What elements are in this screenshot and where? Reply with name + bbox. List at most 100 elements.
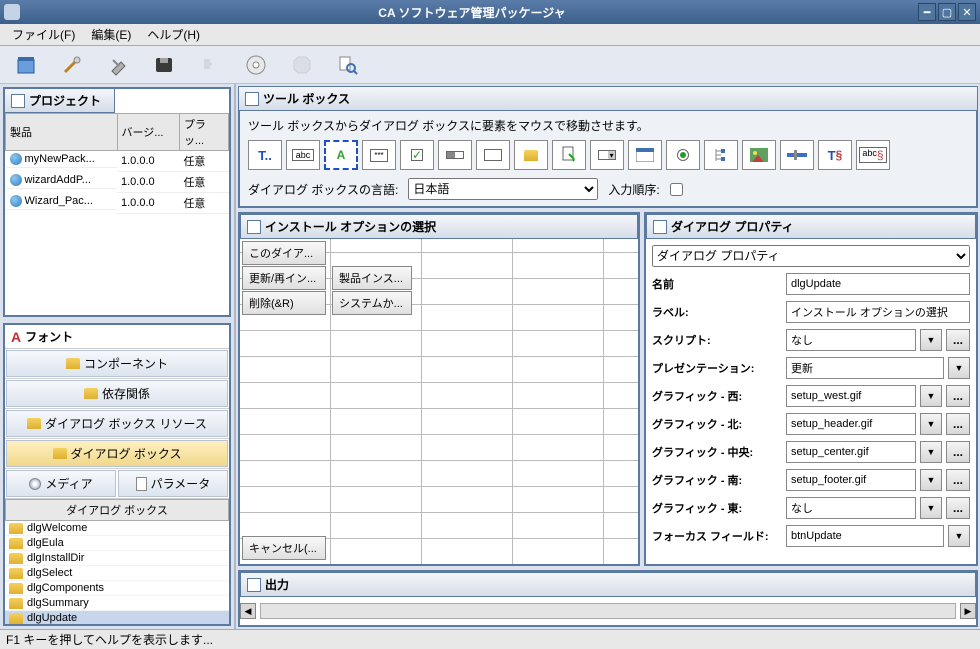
nav-dependencies[interactable]: 依存関係 — [6, 380, 228, 407]
dialog-design-grid[interactable]: このダイア... 更新/再イン... 製品インス... 削除(&R) システムか… — [240, 239, 638, 564]
scroll-left-button[interactable]: ◀ — [240, 603, 256, 619]
folder-icon — [9, 553, 23, 564]
prop-presentation-input[interactable] — [786, 357, 944, 379]
list-item[interactable]: dlgInstallDir — [5, 551, 229, 566]
tool-tree-icon[interactable] — [704, 140, 738, 170]
nav-dialog-resources[interactable]: ダイアログ ボックス リソース — [6, 410, 228, 437]
close-button[interactable]: ✕ — [958, 3, 976, 21]
menu-file[interactable]: ファイル(F) — [4, 24, 83, 45]
cell-update[interactable]: 更新/再イン... — [242, 266, 326, 290]
list-item[interactable]: dlgComponents — [5, 581, 229, 596]
tool-progressbar-icon[interactable] — [438, 140, 472, 170]
font-panel-header: A フォント — [5, 325, 229, 349]
tool-richtext-icon[interactable]: abc§ — [856, 140, 890, 170]
prop-gfx-center-input[interactable] — [786, 441, 916, 463]
browse-button[interactable]: ... — [946, 385, 970, 407]
left-panel: プロジェクト 製品 バージ... プラッ... myNewPack...1.0.… — [0, 84, 236, 629]
tools-icon[interactable] — [58, 51, 86, 79]
dialog-list-header[interactable]: ダイアログ ボックス — [5, 499, 229, 521]
font-panel: A フォント コンポーネント 依存関係 ダイアログ ボックス リソース ダイアロ… — [3, 323, 231, 626]
maximize-button[interactable]: ▢ — [938, 3, 956, 21]
nav-media[interactable]: メディア — [6, 470, 116, 497]
prop-focus-label: フォーカス フィールド: — [652, 528, 782, 544]
disk-icon[interactable] — [150, 51, 178, 79]
list-item[interactable]: dlgUpdate — [5, 611, 229, 624]
cell-product-install[interactable]: 製品インス... — [332, 266, 412, 290]
browse-button[interactable]: ... — [946, 413, 970, 435]
browse-button[interactable]: ... — [946, 329, 970, 351]
tool-label-icon[interactable]: T§ — [818, 140, 852, 170]
prop-gfx-east-input[interactable] — [786, 497, 916, 519]
panel-icon — [245, 92, 259, 106]
col-platform[interactable]: プラッ... — [179, 114, 228, 151]
cd-icon[interactable] — [242, 51, 270, 79]
tool-textfield-icon[interactable]: abc — [286, 140, 320, 170]
dropdown-button[interactable]: ▼ — [948, 357, 970, 379]
project-tab[interactable]: プロジェクト — [5, 89, 115, 113]
tool-folder-icon[interactable] — [514, 140, 548, 170]
prop-name-input[interactable] — [786, 273, 970, 295]
tool-password-icon[interactable]: *** — [362, 140, 396, 170]
col-version[interactable]: バージ... — [117, 114, 179, 151]
dropdown-button[interactable]: ▼ — [920, 329, 942, 351]
list-item[interactable]: dlgEula — [5, 536, 229, 551]
app-icon — [4, 4, 20, 20]
tool-combobox-icon[interactable]: ▾ — [590, 140, 624, 170]
dropdown-button[interactable]: ▼ — [920, 413, 942, 435]
scroll-right-button[interactable]: ▶ — [960, 603, 976, 619]
tool-panel-icon[interactable] — [476, 140, 510, 170]
tool-window-icon[interactable] — [628, 140, 662, 170]
table-row[interactable]: myNewPack...1.0.0.0任意 — [6, 151, 229, 172]
stop-icon[interactable] — [288, 51, 316, 79]
lang-select[interactable]: 日本語 — [408, 178, 598, 200]
minimize-button[interactable]: ━ — [918, 3, 936, 21]
folder-icon — [9, 613, 23, 624]
output-scrollbar[interactable] — [260, 603, 956, 619]
dropdown-button[interactable]: ▼ — [920, 385, 942, 407]
browse-button[interactable]: ... — [946, 441, 970, 463]
tool-radio-icon[interactable] — [666, 140, 700, 170]
tool-text-icon[interactable]: T.. — [248, 140, 282, 170]
dropdown-button[interactable]: ▼ — [920, 441, 942, 463]
cell-delete[interactable]: 削除(&R) — [242, 291, 326, 315]
browse-button[interactable]: ... — [946, 497, 970, 519]
search-icon[interactable] — [334, 51, 362, 79]
prop-gfx-west-input[interactable] — [786, 385, 916, 407]
properties-section-select[interactable]: ダイアログ プロパティ — [652, 245, 970, 267]
prop-gfx-south-input[interactable] — [786, 469, 916, 491]
nav-components[interactable]: コンポーネント — [6, 350, 228, 377]
toolbox-description: ツール ボックスからダイアログ ボックスに要素をマウスで移動させます。 — [248, 117, 968, 134]
cell-cancel[interactable]: キャンセル(... — [242, 536, 326, 560]
menu-edit[interactable]: 編集(E) — [83, 24, 139, 45]
package-icon[interactable] — [12, 51, 40, 79]
table-row[interactable]: Wizard_Pac...1.0.0.0任意 — [6, 193, 229, 214]
puzzle-icon[interactable] — [196, 51, 224, 79]
tool-textarea-icon[interactable]: A — [324, 140, 358, 170]
cell-system[interactable]: システムか... — [332, 291, 412, 315]
dropdown-button[interactable]: ▼ — [920, 497, 942, 519]
col-product[interactable]: 製品 — [6, 114, 118, 151]
menu-help[interactable]: ヘルプ(H) — [139, 24, 208, 45]
prop-script-input[interactable] — [786, 329, 916, 351]
tool-image-icon[interactable] — [742, 140, 776, 170]
list-item[interactable]: dlgSummary — [5, 596, 229, 611]
prop-label-input[interactable] — [786, 301, 970, 323]
prop-gfx-north-input[interactable] — [786, 413, 916, 435]
dropdown-button[interactable]: ▼ — [920, 469, 942, 491]
list-item[interactable]: dlgSelect — [5, 566, 229, 581]
dropdown-button[interactable]: ▼ — [948, 525, 970, 547]
wrench-icon[interactable] — [104, 51, 132, 79]
tool-checkbox-icon[interactable]: ✓ — [400, 140, 434, 170]
input-order-checkbox[interactable] — [670, 183, 683, 196]
nav-parameters[interactable]: パラメータ — [118, 470, 228, 497]
tool-slider-icon[interactable] — [780, 140, 814, 170]
list-item[interactable]: dlgWelcome — [5, 521, 229, 536]
prop-focus-input[interactable] — [786, 525, 944, 547]
prop-presentation-label: プレゼンテーション: — [652, 360, 782, 376]
browse-button[interactable]: ... — [946, 469, 970, 491]
window-titlebar: CA ソフトウェア管理パッケージャ ━ ▢ ✕ — [0, 0, 980, 24]
table-row[interactable]: wizardAddP...1.0.0.0任意 — [6, 172, 229, 193]
nav-dialog-boxes[interactable]: ダイアログ ボックス — [6, 440, 228, 467]
cell-this-dialog[interactable]: このダイア... — [242, 241, 326, 265]
tool-file-icon[interactable] — [552, 140, 586, 170]
